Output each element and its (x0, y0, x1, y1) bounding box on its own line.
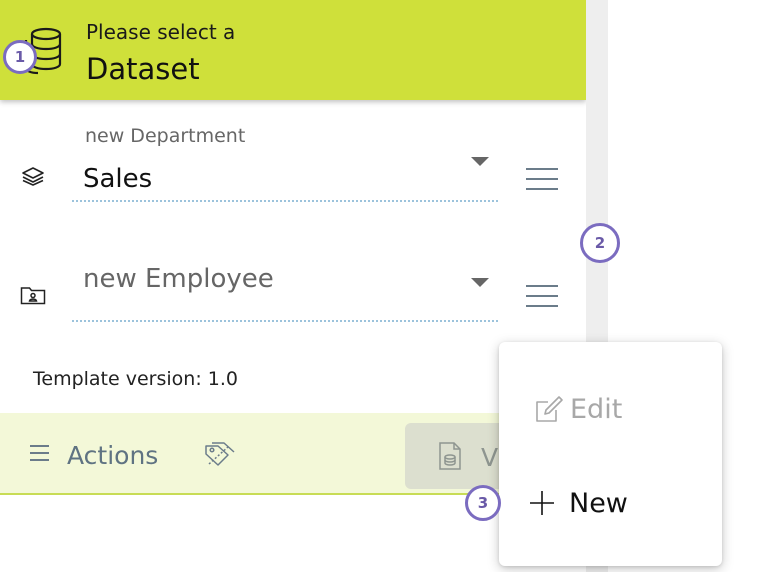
step-badge-3: 3 (465, 485, 501, 521)
folder-person-icon (20, 287, 46, 305)
employee-menu-button[interactable] (526, 285, 558, 315)
department-select[interactable]: Sales (83, 164, 152, 194)
dataset-prompt: Please select a (86, 20, 236, 44)
department-menu-button[interactable] (526, 168, 558, 198)
template-version: Template version: 1.0 (33, 368, 238, 390)
step-badge-2: 2 (580, 223, 620, 263)
department-dropdown-arrow[interactable] (471, 157, 489, 166)
actions-button[interactable]: Actions (30, 441, 158, 470)
employee-select[interactable]: new Employee (83, 264, 274, 294)
menu-item-new-label: New (569, 487, 628, 519)
department-underline (72, 200, 498, 202)
context-menu: Edit New (499, 342, 722, 566)
step-badge-1: 1 (3, 40, 37, 74)
menu-item-edit-label: Edit (570, 393, 623, 425)
dataset-selector[interactable]: Please select a Dataset (0, 0, 586, 100)
plus-icon (530, 491, 554, 515)
menu-item-edit[interactable]: Edit (499, 384, 722, 434)
tags-icon[interactable] (203, 440, 237, 470)
employee-underline (72, 320, 498, 322)
view-button-label: V (481, 443, 499, 472)
actions-label: Actions (67, 441, 159, 470)
layers-icon (22, 167, 44, 186)
edit-icon (536, 396, 563, 422)
menu-item-new[interactable]: New (499, 478, 722, 528)
dataset-title: Dataset (86, 52, 200, 86)
menu-icon (30, 445, 49, 466)
document-database-icon (439, 442, 461, 470)
department-label: new Department (85, 125, 246, 147)
employee-dropdown-arrow[interactable] (471, 278, 489, 287)
